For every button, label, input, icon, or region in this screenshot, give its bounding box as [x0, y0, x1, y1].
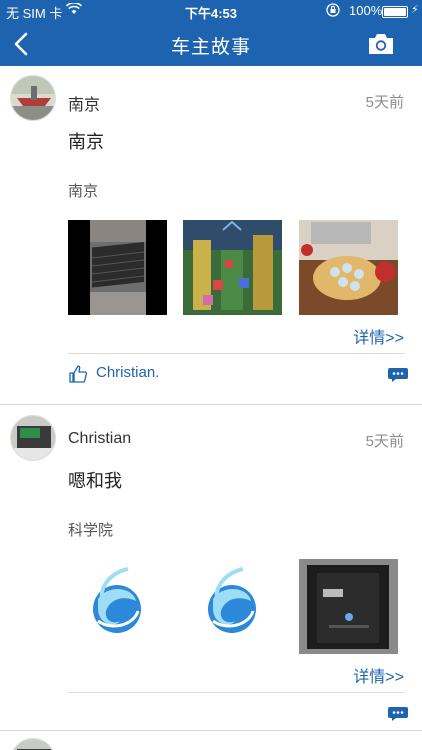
- details-link[interactable]: 详情>>: [353, 663, 404, 687]
- story-post: Christian 5天前 嗯和我 科学院 详情>>: [0, 405, 422, 729]
- app-header: 无 SIM 卡 下午4:53 100% ⚡ 车主故事: [0, 0, 422, 66]
- post-date: 5天前: [365, 94, 404, 111]
- avatar[interactable]: [10, 738, 56, 750]
- toy-blocks-photo[interactable]: [183, 220, 282, 315]
- keyboard-photo[interactable]: [68, 220, 167, 315]
- divider: [68, 353, 405, 354]
- nav-bar: 车主故事: [0, 22, 422, 66]
- divider: [68, 692, 405, 693]
- post-location: 南京: [68, 183, 99, 200]
- food-platter-photo[interactable]: [299, 220, 398, 315]
- camera-button[interactable]: [366, 30, 396, 58]
- post-separator: [0, 730, 422, 731]
- details-link[interactable]: 详情>>: [353, 324, 404, 348]
- post-author: 南京: [68, 97, 101, 114]
- story-post: 南京 5天前 南京 南京 详情>> Christian.: [0, 66, 422, 404]
- comment-icon[interactable]: [388, 707, 408, 721]
- post-author: Christian: [68, 430, 132, 447]
- post-title: 嗯和我: [68, 471, 122, 491]
- status-bar: 无 SIM 卡 下午4:53 100% ⚡: [0, 0, 422, 22]
- app-logo-image[interactable]: [183, 559, 282, 654]
- battery-percent: 100%: [349, 3, 383, 18]
- battery-icon: [382, 6, 408, 18]
- post-title: 南京: [68, 132, 104, 152]
- page-title: 车主故事: [170, 37, 251, 58]
- charging-icon: ⚡: [411, 4, 419, 16]
- avatar[interactable]: [10, 75, 56, 121]
- orientation-lock-icon: [326, 3, 340, 20]
- app-logo-image[interactable]: [68, 559, 167, 654]
- comment-icon[interactable]: [388, 368, 408, 382]
- phone-screen-photo[interactable]: [299, 559, 398, 654]
- liker-name[interactable]: Christian.: [96, 364, 159, 381]
- avatar[interactable]: [10, 415, 56, 461]
- camera-icon: [369, 34, 393, 54]
- thumbs-up-icon[interactable]: [68, 364, 88, 384]
- story-feed[interactable]: 南京 5天前 南京 南京 详情>> Christian. Christian 5…: [0, 66, 422, 750]
- post-location: 科学院: [68, 522, 114, 539]
- post-date: 5天前: [365, 433, 404, 450]
